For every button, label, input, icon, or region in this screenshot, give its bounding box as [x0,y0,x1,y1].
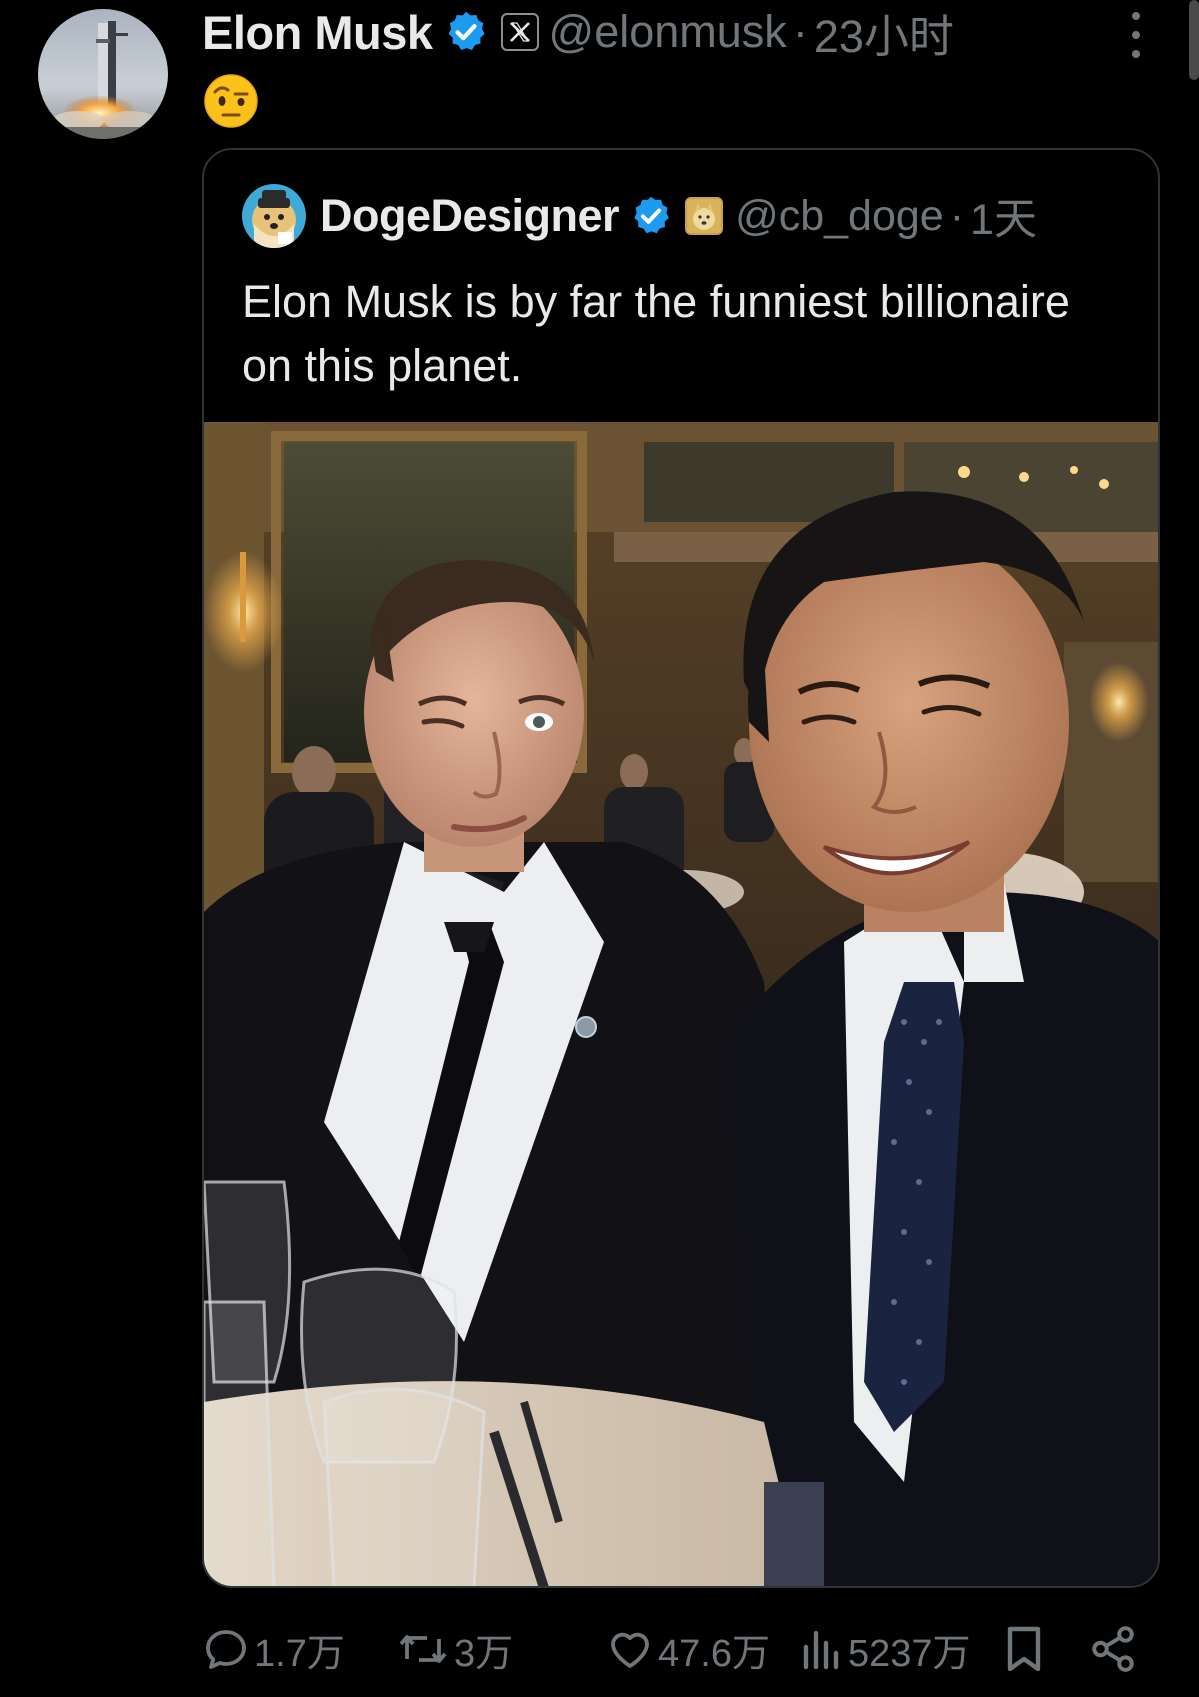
bookmark-button[interactable] [1002,1620,1046,1678]
x-logo-icon[interactable] [500,13,539,51]
action-bar: 1.7万 3万 47.6万 5237万 [202,1620,1142,1678]
quoted-post-text: Elon Musk is by far the funniest billion… [242,276,1070,391]
share-icon [1092,1626,1134,1672]
quoted-post-header: DogeDesigner @cb_doge · 1天 [242,184,1037,248]
reply-button[interactable]: 1.7万 [202,1620,345,1678]
like-button[interactable]: 47.6万 [606,1620,770,1678]
quoted-post-time[interactable]: 1天 [970,185,1037,247]
bookmark-icon [1007,1626,1041,1672]
author-name[interactable]: Elon Musk [202,5,433,60]
more-options-icon[interactable] [1125,12,1147,58]
repost-button[interactable]: 3万 [396,1620,513,1678]
share-button[interactable] [1088,1620,1138,1678]
reply-icon [206,1630,246,1669]
separator-dot: · [792,6,808,57]
scrollbar[interactable] [1189,0,1199,80]
banquet-selfie-image [204,422,1158,1586]
quoted-author-avatar[interactable] [242,184,306,248]
analytics-icon [803,1630,839,1670]
quoted-post-card[interactable]: DogeDesigner @cb_doge · 1天 Elon Musk is … [202,148,1160,1588]
author-avatar[interactable] [38,9,168,139]
quoted-author-handle[interactable]: @cb_doge [735,192,944,241]
verified-badge-icon [634,196,669,234]
raised-eyebrow-emoji: 🤨 [204,74,258,128]
doge-badge-icon[interactable] [685,197,724,235]
post-time[interactable]: 23小时 [814,0,954,65]
repost-icon [399,1635,447,1663]
repost-count: 3万 [454,1632,514,1675]
doge-avatar-image [242,184,306,248]
reply-count: 1.7万 [254,1632,345,1675]
post-header: Elon Musk @elonmusk · 23小时 [202,4,954,62]
verified-badge-icon [448,11,485,51]
quoted-post-photo[interactable] [204,422,1158,1586]
quoted-author-name[interactable]: DogeDesigner [320,190,620,242]
rocket-launch-avatar-image [38,9,168,139]
like-count: 47.6万 [658,1632,770,1675]
author-handle[interactable]: @elonmusk [549,6,787,58]
view-count: 5237万 [848,1632,971,1675]
views-button[interactable]: 5237万 [800,1620,971,1678]
heart-icon [611,1632,649,1668]
separator-dot: · [949,191,965,240]
